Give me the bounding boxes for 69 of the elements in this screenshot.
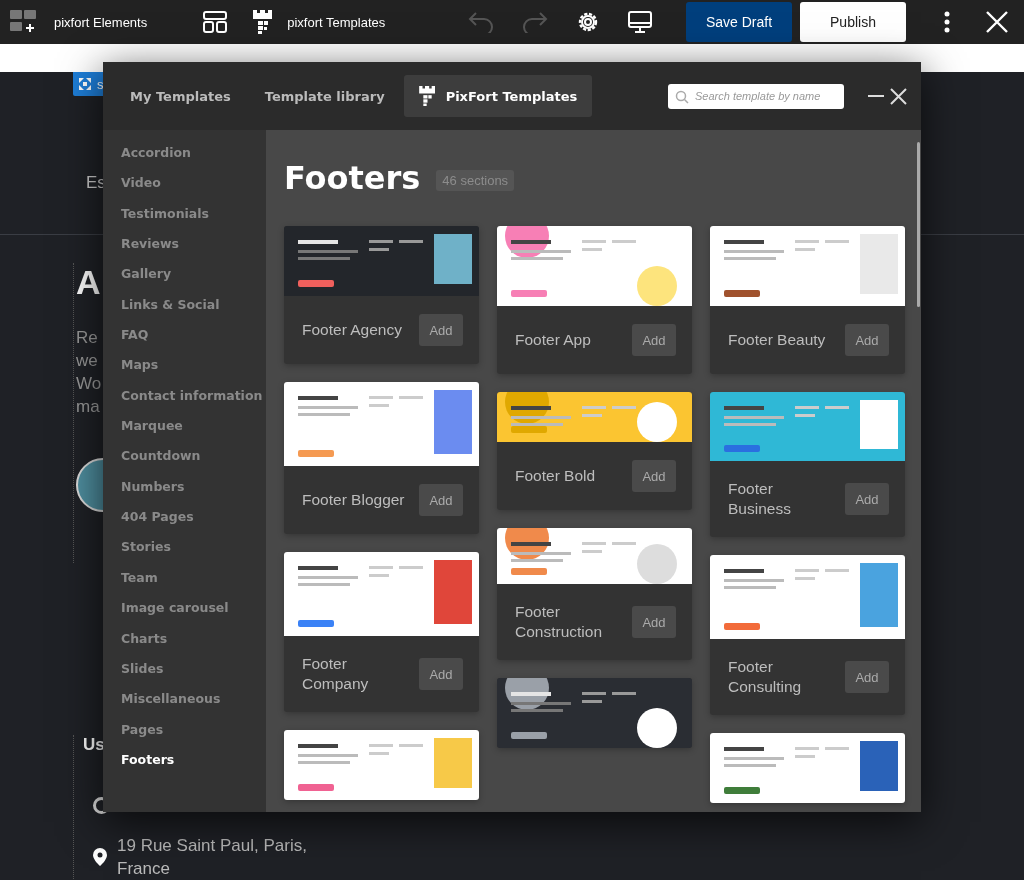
- category-item[interactable]: Stories: [103, 539, 266, 570]
- category-item[interactable]: Miscellaneous: [103, 691, 266, 722]
- template-name: Footer Blogger: [302, 490, 406, 510]
- category-item[interactable]: Pages: [103, 721, 266, 752]
- add-button[interactable]: Add: [845, 483, 889, 515]
- publish-button[interactable]: Publish: [800, 2, 906, 42]
- paragraph-line: ma: [76, 396, 100, 418]
- template-name: Footer Bold: [515, 466, 597, 486]
- elements-label[interactable]: pixfort Elements: [54, 14, 148, 30]
- category-item[interactable]: Accordion: [103, 145, 266, 176]
- category-item[interactable]: Gallery: [103, 266, 266, 297]
- library-tab[interactable]: Template library: [249, 75, 400, 117]
- save-draft-button[interactable]: Save Draft: [686, 2, 792, 42]
- castle-logo-icon[interactable]: [253, 10, 274, 34]
- category-item[interactable]: Team: [103, 569, 266, 601]
- template-name: Footer Beauty: [728, 330, 827, 350]
- category-item[interactable]: Contact information: [103, 387, 266, 419]
- paragraph-line: Wo: [76, 373, 102, 395]
- category-heading: Footers: [284, 159, 421, 197]
- paragraph-line: Re: [76, 327, 98, 349]
- category-item[interactable]: Marquee: [103, 418, 266, 449]
- add-button[interactable]: Add: [845, 324, 889, 356]
- template-name: Footer Agency: [302, 320, 403, 340]
- castle-logo-icon: [418, 86, 436, 106]
- settings-icon[interactable]: [576, 10, 600, 34]
- category-item[interactable]: 404 Pages: [103, 509, 266, 540]
- location-pin-icon: [93, 848, 107, 866]
- category-item[interactable]: Numbers: [103, 478, 266, 510]
- add-button[interactable]: Add: [632, 460, 676, 492]
- library-tab[interactable]: PixFort Templates: [403, 75, 593, 117]
- category-item[interactable]: Video: [103, 175, 266, 206]
- category-item[interactable]: Links & Social: [103, 296, 266, 328]
- category-item[interactable]: Maps: [103, 357, 266, 388]
- category-item[interactable]: Slides: [103, 660, 266, 692]
- template-name: Footer Company: [302, 654, 370, 694]
- expand-icon: [79, 78, 91, 90]
- close-icon[interactable]: [890, 87, 907, 105]
- badge-label: s: [97, 76, 104, 92]
- address-line: France: [117, 858, 170, 880]
- add-button[interactable]: Add: [419, 658, 463, 690]
- minimize-icon[interactable]: [868, 94, 884, 98]
- templates-label[interactable]: pixfort Templates: [287, 14, 386, 30]
- add-button[interactable]: Add: [632, 606, 676, 638]
- template-name: Footer Construction: [515, 602, 603, 642]
- add-button[interactable]: Add: [419, 484, 463, 516]
- library-tab[interactable]: My Templates: [115, 75, 246, 117]
- more-options-icon[interactable]: [944, 11, 950, 33]
- layout-icon[interactable]: [203, 11, 228, 33]
- category-item[interactable]: Image carousel: [103, 600, 266, 631]
- category-item[interactable]: FAQ: [103, 327, 266, 358]
- add-button[interactable]: Add: [845, 661, 889, 693]
- scrollbar[interactable]: [917, 142, 920, 307]
- add-button[interactable]: Add: [632, 324, 676, 356]
- paragraph-line: we: [76, 350, 98, 372]
- template-name: Footer Business: [728, 479, 792, 519]
- search-field[interactable]: Search template by name: [668, 83, 844, 109]
- template-name: Footer App: [515, 330, 592, 350]
- category-item[interactable]: Reviews: [103, 236, 266, 267]
- contact-heading: Us: [83, 735, 105, 755]
- add-button[interactable]: Add: [419, 314, 463, 346]
- category-item[interactable]: Footers: [103, 751, 266, 783]
- monitor-icon[interactable]: [628, 11, 652, 33]
- category-item[interactable]: Testimonials: [103, 205, 266, 237]
- category-item[interactable]: Countdown: [103, 448, 266, 479]
- section-heading: A: [76, 263, 101, 302]
- address-line: 19 Rue Saint Paul, Paris,: [117, 835, 307, 857]
- template-name: Footer Consulting: [728, 657, 803, 697]
- search-icon: [675, 89, 689, 104]
- category-item[interactable]: Charts: [103, 630, 266, 661]
